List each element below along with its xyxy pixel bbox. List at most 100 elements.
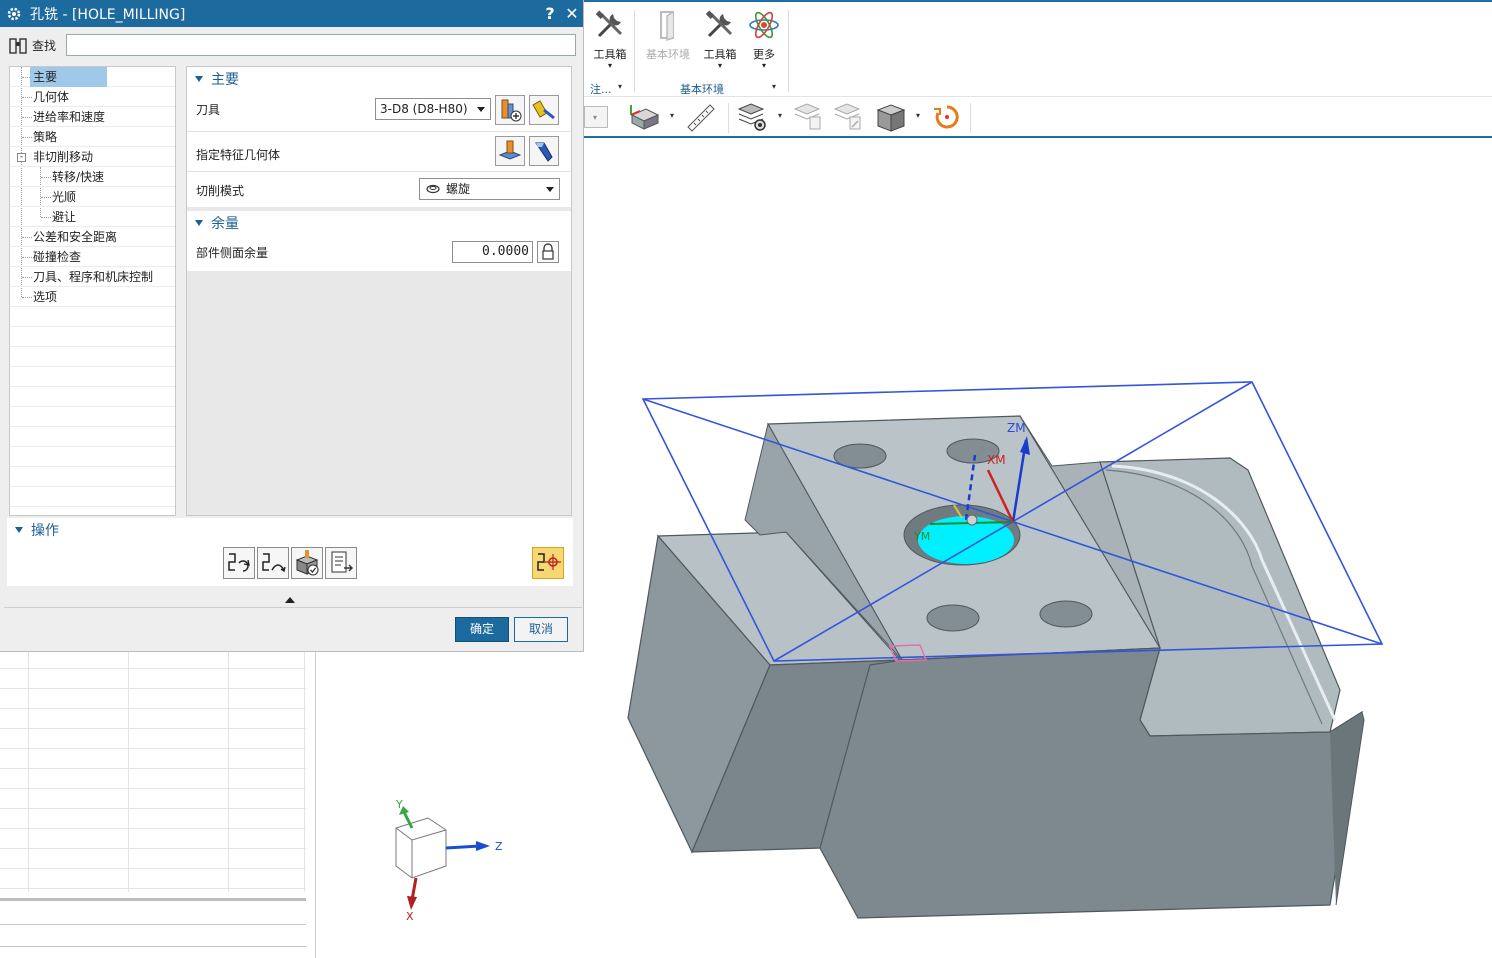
property-panel: 主要 刀具 3-D8 (D8-H80) 指定特征几何体 切削模式 螺旋 余量 部… — [186, 66, 572, 516]
tree-connector — [22, 277, 32, 278]
chevron-down-icon[interactable]: ▾ — [772, 82, 776, 91]
grid-line — [0, 788, 306, 789]
collapse-dialog-icon[interactable] — [285, 597, 295, 603]
grid-line — [228, 652, 229, 892]
feature-geometry-icon — [498, 140, 522, 160]
edit-tool-button[interactable] — [529, 95, 559, 125]
grid-line — [0, 848, 306, 849]
chevron-down-icon[interactable]: ▾ — [916, 111, 920, 120]
tree-item-tool-program-machine[interactable]: 刀具、程序和机床控制 — [10, 267, 175, 287]
ruler-icon[interactable] — [684, 101, 718, 133]
mcs-zm-label: ZM — [1007, 421, 1026, 435]
atom-icon — [749, 11, 779, 39]
tree-item-non-cutting-moves[interactable]: - 非切削移动 — [10, 147, 175, 167]
filter-combo[interactable]: ▾ — [584, 106, 608, 128]
navigation-tree: 主要 几何体 进给率和速度 策略 - 非切削移动 转移/快速 光顺 避让 公差和… — [9, 66, 176, 516]
helix-icon — [426, 184, 440, 194]
view-triad: Y Z X — [395, 798, 503, 923]
edit-tool-icon — [532, 100, 555, 120]
section-main-header[interactable]: 主要 — [187, 67, 571, 91]
tree-item-options[interactable]: 选项 — [10, 287, 175, 307]
toolbox-button-2[interactable]: 工具箱 ▾ — [698, 8, 742, 70]
undo-rotate-icon[interactable] — [930, 101, 964, 133]
chevron-down-icon[interactable]: ▾ — [670, 111, 674, 120]
display-feature-button[interactable] — [529, 136, 559, 166]
axis-x-label: X — [406, 910, 414, 923]
grid-line — [0, 924, 306, 925]
ribbon: 工具箱 ▾ 注... ▾ 基本环境 工具箱 ▾ 更多 ▾ 基本环境 ▾ — [584, 0, 1492, 96]
tree-item-strategy[interactable]: 策略 — [10, 127, 175, 147]
section-stock-header[interactable]: 余量 — [187, 211, 571, 235]
chevron-down-icon[interactable]: ▾ — [618, 82, 622, 91]
tree-item-transfer-rapid[interactable]: 转移/快速 — [10, 167, 175, 187]
collapse-toggle[interactable]: - — [17, 153, 26, 162]
verify-button[interactable] — [291, 547, 323, 579]
display-options-button[interactable] — [532, 547, 564, 579]
list-button[interactable] — [325, 547, 357, 579]
chevron-down-icon — [477, 107, 485, 112]
chevron-down-icon — [546, 187, 554, 192]
empty-row — [10, 467, 175, 487]
binoculars-icon — [9, 38, 27, 54]
part-model[interactable] — [627, 415, 1365, 919]
tree-item-feeds-speeds[interactable]: 进给率和速度 — [10, 107, 175, 127]
lock-icon — [542, 243, 554, 260]
help-button[interactable]: ? — [539, 4, 561, 23]
generate-button[interactable] — [223, 547, 255, 579]
find-label: 查找 — [32, 38, 57, 53]
tree-item-main[interactable]: 主要 — [10, 67, 175, 87]
grid-line — [0, 808, 306, 809]
collapse-triangle-icon — [15, 527, 23, 533]
empty-row — [10, 327, 175, 347]
tree-item-geometry[interactable]: 几何体 — [10, 87, 175, 107]
tool-label: 刀具 — [196, 103, 221, 117]
section-ops-header[interactable]: 操作 — [7, 518, 573, 542]
navigator-background — [0, 652, 316, 958]
dialog-title: 孔铣 - [HOLE_MILLING] — [30, 6, 186, 23]
toolbar-separator — [728, 103, 729, 133]
tool-row: 刀具 3-D8 (D8-H80) — [187, 91, 571, 131]
orient-view-icon[interactable] — [628, 101, 662, 133]
grid-line — [0, 888, 306, 889]
more-button[interactable]: 更多 ▾ — [742, 8, 786, 70]
find-bar: 查找 — [8, 32, 576, 58]
chevron-down-icon: ▾ — [761, 61, 766, 70]
empty-row — [10, 347, 175, 367]
toolbox-icon — [705, 10, 733, 38]
tree-item-collision-check[interactable]: 碰撞检查 — [10, 247, 175, 267]
splitter[interactable] — [0, 898, 306, 901]
layer-settings-icon[interactable] — [736, 101, 770, 133]
ok-button[interactable]: 确定 — [455, 617, 509, 642]
find-input[interactable] — [66, 34, 576, 56]
replay-button[interactable] — [257, 547, 289, 579]
cancel-button[interactable]: 取消 — [514, 617, 568, 642]
replay-toolpath-icon — [262, 553, 286, 573]
display-toolpath-icon — [537, 553, 561, 571]
tree-connector — [22, 237, 32, 238]
chevron-down-icon[interactable]: ▾ — [778, 111, 782, 120]
tree-connector — [22, 137, 32, 138]
close-button[interactable]: ✕ — [561, 4, 583, 23]
shaded-cube-icon[interactable] — [874, 101, 908, 133]
lock-button[interactable] — [537, 241, 559, 263]
basic-env-button[interactable]: 基本环境 — [644, 8, 692, 62]
tree-item-avoidance[interactable]: 避让 — [10, 207, 175, 227]
tool-select[interactable]: 3-D8 (D8-H80) — [375, 98, 491, 120]
chevron-down-icon: ▾ — [607, 61, 612, 70]
toolbox-button[interactable]: 工具箱 ▾ — [588, 8, 632, 70]
tree-connector — [22, 297, 32, 298]
toolbox-icon — [595, 10, 623, 38]
grid-line — [0, 728, 306, 729]
grid-line — [0, 708, 306, 709]
axis-y-label: Y — [395, 798, 403, 811]
section-main-body: 刀具 3-D8 (D8-H80) 指定特征几何体 切削模式 螺旋 — [187, 91, 571, 207]
tree-item-smoothing[interactable]: 光顺 — [10, 187, 175, 207]
tree-item-tolerance-clearance[interactable]: 公差和安全距离 — [10, 227, 175, 247]
grid-line — [304, 652, 305, 892]
dialog-titlebar[interactable]: 孔铣 - [HOLE_MILLING] ? ✕ — [0, 0, 583, 27]
grid-line — [28, 652, 29, 892]
new-tool-button[interactable] — [495, 95, 525, 125]
select-feature-geometry-button[interactable] — [495, 136, 525, 166]
cut-mode-select[interactable]: 螺旋 — [419, 178, 560, 200]
side-stock-input[interactable]: 0.0000 — [452, 241, 533, 263]
